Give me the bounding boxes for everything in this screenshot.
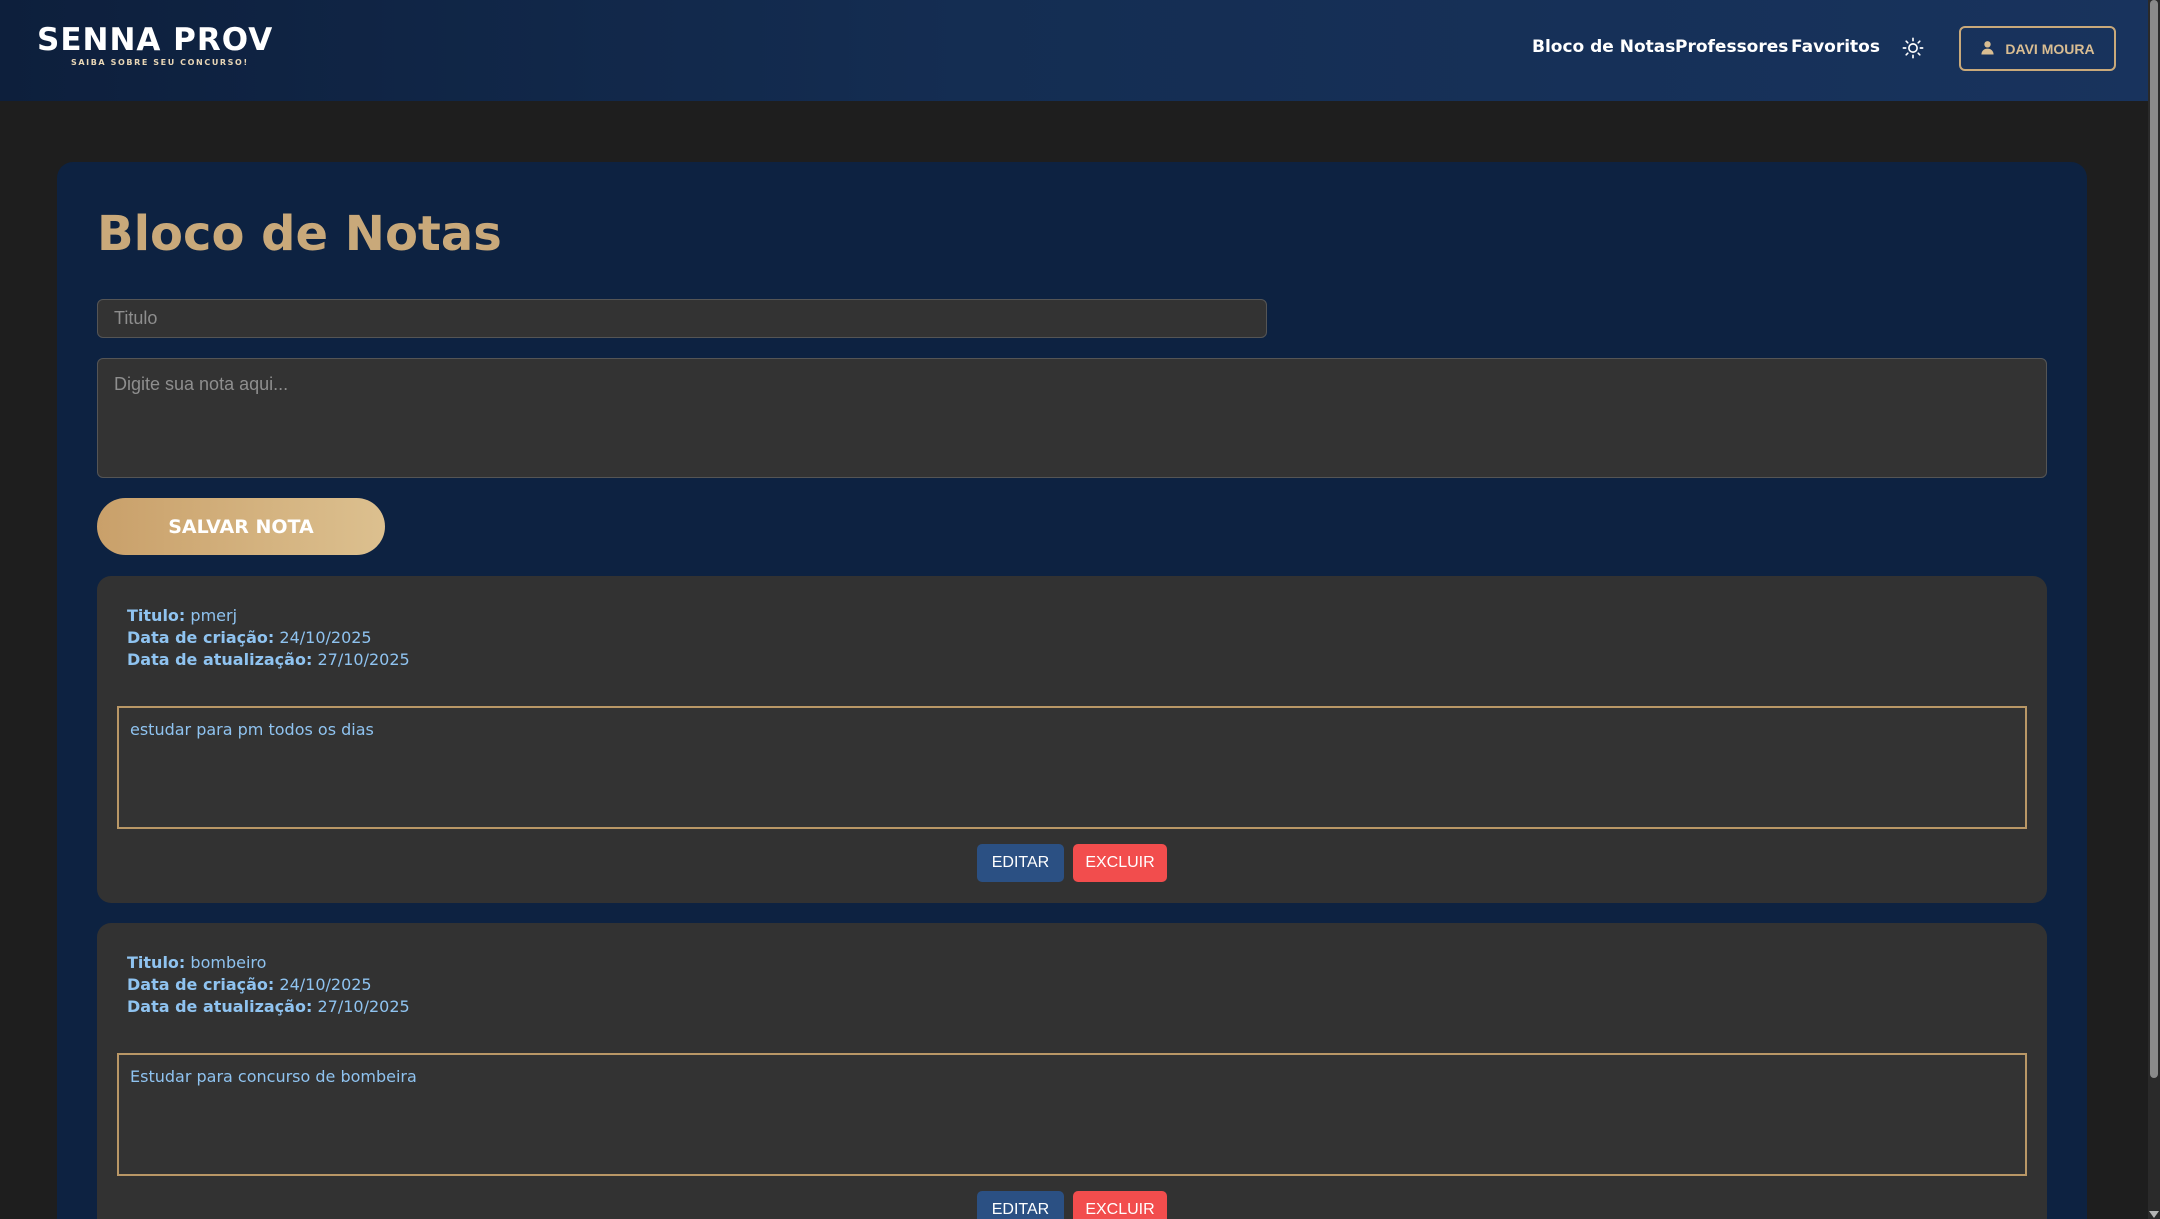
note-body: estudar para pm todos os dias xyxy=(117,706,2027,829)
note-actions: EDITAR EXCLUIR xyxy=(97,1191,2047,1219)
note-title-value: pmerj xyxy=(190,606,238,625)
note-title-row: Titulo: bombeiro xyxy=(127,952,410,974)
note-created-label: Data de criação: xyxy=(127,975,275,994)
note-card: Titulo: bombeiro Data de criação: 24/10/… xyxy=(97,923,2047,1219)
sun-icon[interactable] xyxy=(1902,37,1924,59)
nav-favoritos[interactable]: Favoritos xyxy=(1791,37,1880,57)
delete-note-button[interactable]: EXCLUIR xyxy=(1073,1191,1167,1219)
nav-bloco-de-notas[interactable]: Bloco de Notas xyxy=(1532,37,1675,57)
logo-text: SENNA PROV xyxy=(37,22,274,58)
note-content-textarea[interactable] xyxy=(97,358,2047,478)
note-updated-value: 27/10/2025 xyxy=(317,997,410,1016)
page-scrollbar[interactable] xyxy=(2148,0,2160,1219)
nav-professores[interactable]: Professores xyxy=(1675,37,1788,57)
note-title-label: Titulo: xyxy=(127,953,186,972)
note-created-label: Data de criação: xyxy=(127,628,275,647)
note-title-input[interactable] xyxy=(97,299,1267,338)
note-title-label: Titulo: xyxy=(127,606,186,625)
note-created-value: 24/10/2025 xyxy=(279,975,372,994)
scrollbar-thumb[interactable] xyxy=(2150,0,2158,1078)
edit-note-button[interactable]: EDITAR xyxy=(977,1191,1064,1219)
logo[interactable]: SENNA PROV SAIBA SOBRE SEU CONCURSO! xyxy=(37,22,272,70)
note-actions: EDITAR EXCLUIR xyxy=(97,844,2047,882)
note-updated-row: Data de atualização: 27/10/2025 xyxy=(127,996,410,1018)
save-note-button[interactable]: SALVAR NOTA xyxy=(97,498,385,555)
scroll-down-arrow-icon[interactable] xyxy=(2149,1211,2159,1218)
note-title-value: bombeiro xyxy=(190,953,267,972)
note-updated-value: 27/10/2025 xyxy=(317,650,410,669)
user-menu-button[interactable]: DAVI MOURA xyxy=(1959,26,2116,71)
note-created-row: Data de criação: 24/10/2025 xyxy=(127,974,410,996)
edit-note-button[interactable]: EDITAR xyxy=(977,844,1064,882)
note-updated-label: Data de atualização: xyxy=(127,997,313,1016)
note-updated-row: Data de atualização: 27/10/2025 xyxy=(127,649,410,671)
page-title: Bloco de Notas xyxy=(97,206,502,262)
top-navbar: SENNA PROV SAIBA SOBRE SEU CONCURSO! Blo… xyxy=(0,0,2148,101)
note-meta: Titulo: pmerj Data de criação: 24/10/202… xyxy=(127,605,410,671)
note-meta: Titulo: bombeiro Data de criação: 24/10/… xyxy=(127,952,410,1018)
note-updated-label: Data de atualização: xyxy=(127,650,313,669)
user-icon xyxy=(1980,40,1995,58)
delete-note-button[interactable]: EXCLUIR xyxy=(1073,844,1167,882)
note-body: Estudar para concurso de bombeira xyxy=(117,1053,2027,1176)
note-card: Titulo: pmerj Data de criação: 24/10/202… xyxy=(97,576,2047,903)
note-title-row: Titulo: pmerj xyxy=(127,605,410,627)
user-name: DAVI MOURA xyxy=(2005,40,2095,57)
note-created-value: 24/10/2025 xyxy=(279,628,372,647)
logo-tagline: SAIBA SOBRE SEU CONCURSO! xyxy=(71,58,249,67)
note-created-row: Data de criação: 24/10/2025 xyxy=(127,627,410,649)
